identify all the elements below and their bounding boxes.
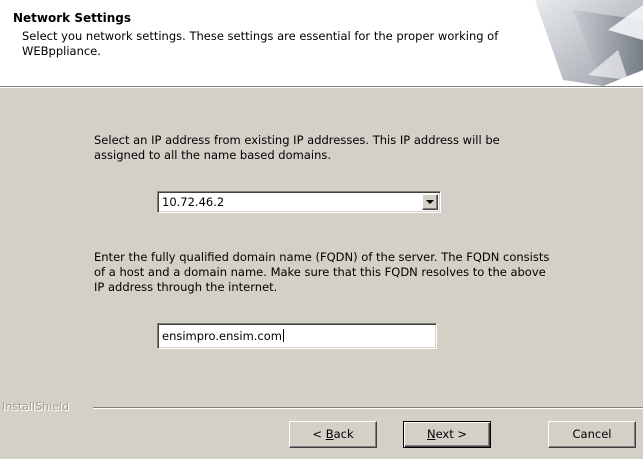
footer-separator-highlight [93,408,643,409]
header-panel: Network Settings Select you network sett… [0,0,643,86]
header-separator-highlight [0,87,643,88]
fqdn-input[interactable]: ensimpro.ensim.com [157,323,437,349]
page-title: Network Settings [13,11,131,25]
back-button[interactable]: < Back [289,421,377,448]
ip-address-value: 10.72.46.2 [162,195,225,209]
fqdn-instruction-text: Enter the fully qualified domain name (F… [94,250,550,294]
ip-instruction-text: Select an IP address from existing IP ad… [94,133,500,162]
page-description: Select you network settings. These setti… [22,29,499,58]
fqdn-value: ensimpro.ensim.com [162,329,282,343]
ip-dropdown-button[interactable] [422,194,438,210]
chevron-down-icon [426,200,434,204]
cancel-button[interactable]: Cancel [548,421,636,448]
text-caret [283,329,284,342]
next-button[interactable]: Next > [403,421,491,448]
ip-address-combobox[interactable]: 10.72.46.2 [157,191,441,213]
installshield-banner-graphic-icon [535,0,643,86]
installshield-brand-label: InstallShield [2,400,69,413]
